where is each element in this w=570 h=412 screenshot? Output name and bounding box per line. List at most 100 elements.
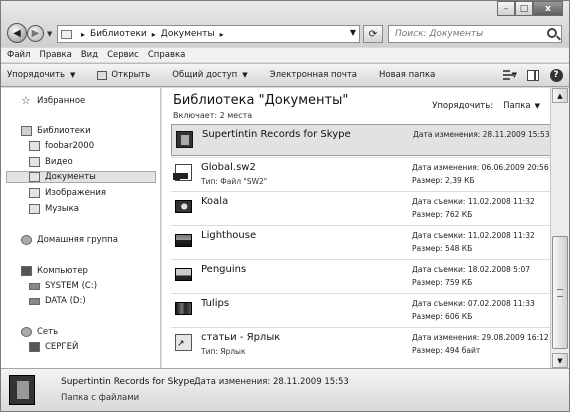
chevron-down-icon: ▼: [534, 102, 540, 110]
file-name: Penguins: [201, 264, 247, 275]
documents-library-icon: [29, 172, 40, 182]
drive-icon: [29, 282, 40, 290]
close-button[interactable]: x: [533, 1, 563, 16]
sidebar-item-system-drive[interactable]: SYSTEM (C:): [29, 280, 97, 292]
sidebar-item-music[interactable]: Музыка: [29, 203, 79, 215]
help-icon: ?: [549, 68, 563, 82]
arrange-dropdown[interactable]: Папка ▼: [503, 101, 540, 111]
open-button[interactable]: Открыть: [97, 70, 150, 80]
menu-edit[interactable]: Правка: [39, 50, 71, 60]
file-list-pane: Библиотека "Документы" Включает: 2 места…: [162, 88, 555, 368]
library-title: Библиотека "Документы": [173, 93, 349, 108]
arrow-left-icon: ◀: [13, 27, 21, 39]
email-button[interactable]: Электронная почта: [270, 70, 357, 80]
sidebar-item-sergey[interactable]: СЕРГЕЙ: [29, 341, 78, 353]
file-name: Global.sw2: [201, 162, 256, 173]
refresh-icon: ⟳: [368, 28, 378, 40]
sidebar-item-label: Домашняя группа: [37, 235, 118, 245]
sidebar-item-network[interactable]: Сеть: [21, 326, 58, 338]
breadcrumb-separator[interactable]: ▸: [152, 30, 156, 39]
new-folder-button[interactable]: Новая папка: [379, 70, 435, 80]
file-date: Дата изменения: 28.11.2009 15:53: [413, 130, 550, 139]
menu-file[interactable]: Файл: [7, 50, 30, 60]
scroll-down-button[interactable]: ▼: [552, 353, 568, 368]
library-icon: [61, 29, 72, 39]
file-name: Koala: [201, 196, 229, 207]
file-row[interactable]: Global.sw2 Тип: Файл "SW2" Дата изменени…: [171, 158, 555, 190]
sidebar-item-homegroup[interactable]: Домашняя группа: [21, 234, 118, 246]
file-name: статьи - Ярлык: [201, 332, 281, 343]
breadcrumb-libraries[interactable]: Библиотеки: [90, 29, 147, 39]
window-controls: – □ x: [497, 1, 563, 16]
arrange-by: Упорядочить: Папка ▼: [432, 101, 540, 111]
preview-pane-button[interactable]: [526, 68, 540, 82]
forward-button[interactable]: ▶: [27, 25, 44, 42]
arrow-right-icon: ▶: [31, 28, 40, 39]
chevron-up-icon: ▲: [557, 91, 563, 100]
chevron-down-icon: ▼: [242, 71, 248, 79]
details-type: Папка с файлами: [61, 393, 140, 403]
sidebar-item-libraries[interactable]: Библиотеки: [21, 125, 91, 137]
scroll-up-button[interactable]: ▲: [552, 88, 568, 103]
menu-help[interactable]: Справка: [148, 50, 185, 60]
file-row[interactable]: Supertintin Records for Skype Дата измен…: [171, 124, 555, 156]
recent-pages-dropdown[interactable]: ▼: [47, 30, 52, 38]
network-computer-icon: [29, 342, 40, 352]
drive-icon: [29, 297, 40, 305]
file-row[interactable]: Tulips Дата съемки: 07.02.2008 11:33 Раз…: [171, 294, 555, 326]
sidebar-item-label: Избранное: [37, 96, 86, 106]
sidebar-item-label: СЕРГЕЙ: [45, 342, 79, 352]
details-pane: Supertintin Records for Skype Дата измен…: [1, 368, 569, 411]
details-name: Supertintin Records for Skype: [61, 377, 195, 387]
image-thumbnail-icon: [175, 302, 192, 315]
search-icon[interactable]: [547, 28, 557, 38]
scrollbar-thumb[interactable]: [552, 236, 568, 349]
file-row[interactable]: Penguins Дата съемки: 18.02.2008 5:07 Ра…: [171, 260, 555, 292]
breadcrumb-documents[interactable]: Документы: [161, 29, 215, 39]
file-type: Тип: Файл "SW2": [201, 177, 268, 186]
file-name: Supertintin Records for Skype: [202, 129, 351, 140]
file-date: Дата изменения: 06.06.2009 20:56: [412, 163, 549, 172]
file-row[interactable]: статьи - Ярлык Тип: Ярлык Дата изменения…: [171, 328, 555, 360]
sidebar-item-video[interactable]: Видео: [29, 156, 73, 168]
sidebar-item-label: Музыка: [45, 204, 79, 214]
sidebar-item-foobar2000[interactable]: foobar2000: [29, 140, 94, 152]
share-button[interactable]: Общий доступ ▼: [172, 70, 247, 80]
back-button[interactable]: ◀: [7, 23, 27, 43]
sidebar-item-favorites[interactable]: ☆ Избранное: [21, 95, 85, 107]
music-library-icon: [29, 204, 40, 214]
search-input[interactable]: [395, 29, 545, 39]
refresh-button[interactable]: ⟳: [363, 25, 383, 43]
library-locations-link[interactable]: Включает: 2 места: [173, 111, 252, 120]
sidebar-item-label: DATA (D:): [45, 296, 86, 306]
menu-view[interactable]: Вид: [81, 50, 98, 60]
address-bar[interactable]: ▸ Библиотеки ▸ Документы ▸ ▼: [57, 25, 360, 43]
minimize-button[interactable]: –: [497, 1, 515, 16]
help-button[interactable]: ?: [549, 68, 563, 82]
chevron-down-icon: ▼: [70, 71, 76, 79]
breadcrumb-separator[interactable]: ▸: [220, 30, 224, 39]
chevron-down-icon[interactable]: ▼: [350, 28, 356, 37]
file-row[interactable]: Lighthouse Дата съемки: 11.02.2008 11:32…: [171, 226, 555, 258]
sidebar-item-data-drive[interactable]: DATA (D:): [29, 295, 86, 307]
command-bar: Упорядочить ▼ Открыть Общий доступ ▼ Эле…: [1, 63, 569, 87]
lock-icon: [173, 173, 180, 180]
sidebar-item-computer[interactable]: Компьютер: [21, 265, 88, 277]
toolbar-right: ▼ ?: [494, 68, 563, 82]
menu-tools[interactable]: Сервис: [107, 50, 139, 60]
maximize-button[interactable]: □: [515, 1, 533, 16]
sidebar-item-pictures[interactable]: Изображения: [29, 187, 106, 199]
new-folder-label: Новая папка: [379, 70, 436, 80]
change-view-button[interactable]: ▼: [503, 68, 517, 82]
breadcrumb-separator[interactable]: ▸: [81, 30, 85, 39]
sidebar-item-documents[interactable]: Документы: [6, 171, 156, 183]
vertical-scrollbar[interactable]: ▲ ▼: [550, 88, 569, 368]
star-icon: ☆: [21, 94, 31, 107]
email-label: Электронная почта: [269, 70, 357, 80]
organize-button[interactable]: Упорядочить ▼: [7, 70, 75, 80]
file-row[interactable]: Koala Дата съемки: 11.02.2008 11:32 Разм…: [171, 192, 555, 224]
sidebar-item-label: Сеть: [37, 327, 59, 337]
file-icon: [173, 164, 192, 181]
file-size: Размер: 762 КБ: [412, 210, 473, 219]
file-name: Tulips: [201, 298, 230, 309]
